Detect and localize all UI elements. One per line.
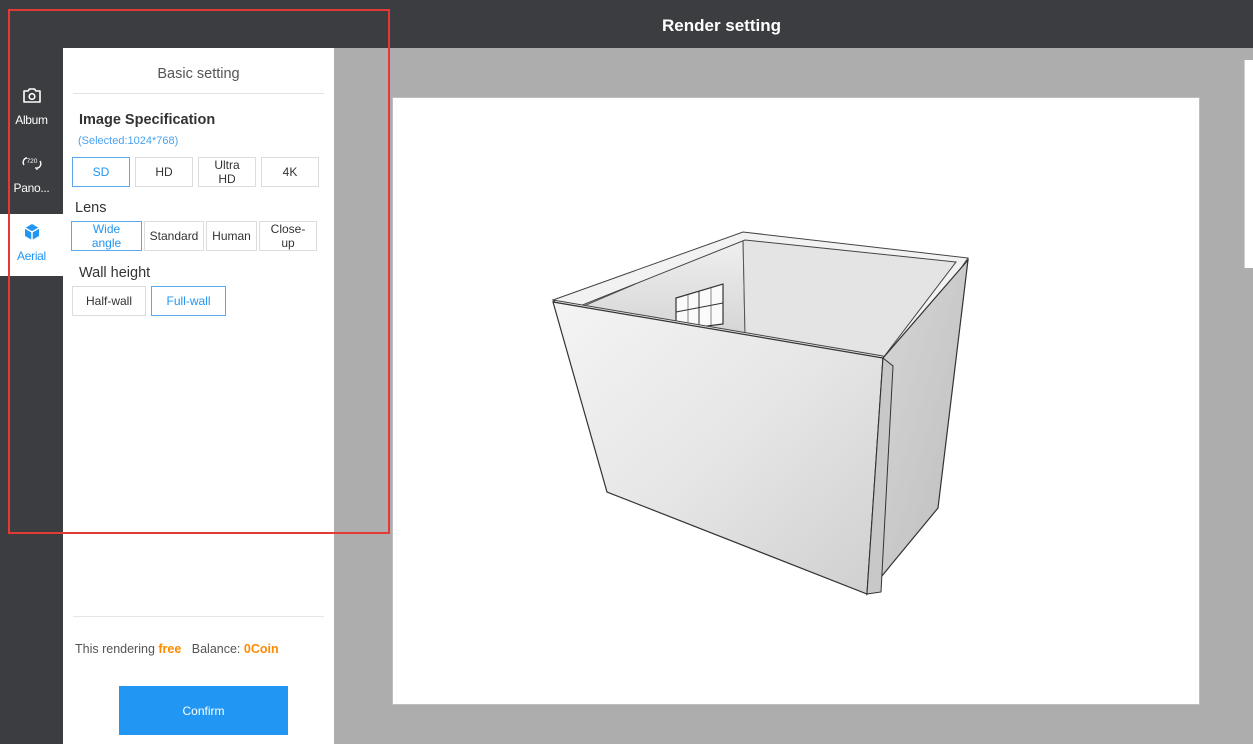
lens-standard-button[interactable]: Standard xyxy=(144,221,204,251)
nav-item-pano[interactable]: 720 Pano... xyxy=(0,146,63,208)
left-nav: Album 720 Pano... Aerial xyxy=(0,48,63,744)
nav-item-aerial[interactable]: Aerial xyxy=(0,214,63,276)
render-preview-canvas xyxy=(392,97,1200,705)
svg-text:720: 720 xyxy=(26,158,37,165)
nav-item-label: Pano... xyxy=(13,181,50,195)
camera-icon xyxy=(0,78,63,112)
render-price: free xyxy=(158,642,182,656)
lens-heading: Lens xyxy=(75,200,107,216)
spec-sd-button[interactable]: SD xyxy=(72,157,130,187)
balance-value: 0Coin xyxy=(243,642,279,656)
wall-full-button[interactable]: Full-wall xyxy=(151,286,226,316)
lens-close-up-button[interactable]: Close-up xyxy=(259,221,317,251)
room-model-render xyxy=(551,231,969,596)
panel-title: Basic setting xyxy=(73,48,324,94)
wall-half-button[interactable]: Half-wall xyxy=(72,286,146,316)
page-title: Render setting xyxy=(661,16,782,35)
nav-item-label: Album xyxy=(15,113,48,127)
spec-ultra-hd-button[interactable]: Ultra HD xyxy=(198,157,256,187)
nav-item-album[interactable]: Album xyxy=(0,78,63,140)
image-spec-heading: Image Specification xyxy=(79,112,216,128)
lens-options: Wide angle Standard Human Close-up xyxy=(71,221,317,251)
selected-resolution-note: (Selected:1024*768) xyxy=(78,135,179,147)
preview-area xyxy=(334,48,1253,744)
footer-divider xyxy=(73,616,324,617)
title-bar: Render setting xyxy=(0,0,1253,48)
cube-icon xyxy=(0,214,63,248)
wall-height-options: Half-wall Full-wall xyxy=(72,286,226,316)
balance-label: Balance: xyxy=(191,642,241,656)
lens-wide-angle-button[interactable]: Wide angle xyxy=(71,221,142,251)
render-cost-text: This rendering free Balance: 0Coin xyxy=(75,642,279,656)
nav-item-label: Aerial xyxy=(17,249,46,263)
wall-height-heading: Wall height xyxy=(79,265,151,281)
render-cost-prefix: This rendering xyxy=(75,642,155,656)
spec-4k-button[interactable]: 4K xyxy=(261,157,319,187)
rotate-720-icon: 720 xyxy=(0,146,63,180)
settings-panel: Basic setting Image Specification (Selec… xyxy=(63,48,334,744)
image-spec-options: SD HD Ultra HD 4K xyxy=(72,157,319,187)
side-scroll-handle[interactable] xyxy=(1244,60,1253,268)
confirm-button[interactable]: Confirm xyxy=(119,686,288,735)
lens-human-button[interactable]: Human xyxy=(206,221,257,251)
spec-hd-button[interactable]: HD xyxy=(135,157,193,187)
